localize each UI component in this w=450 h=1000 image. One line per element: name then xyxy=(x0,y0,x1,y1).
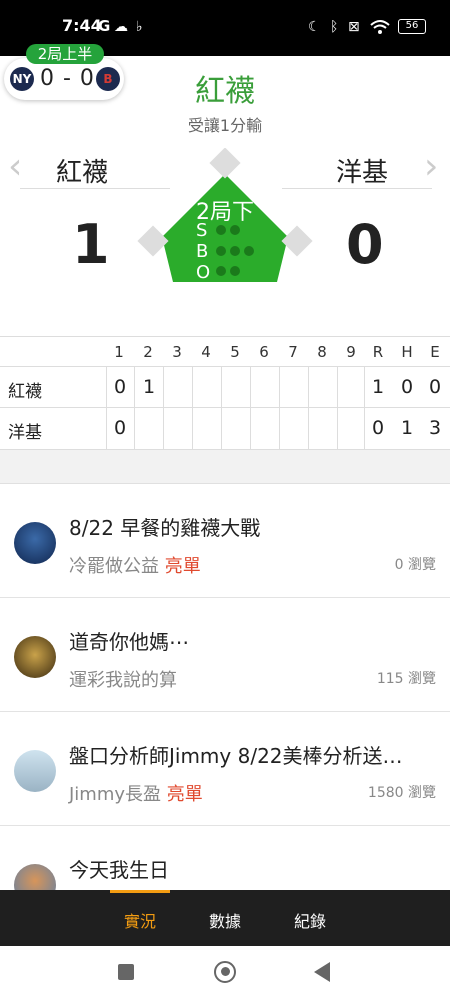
strike-dot xyxy=(216,225,226,235)
recent-apps-icon[interactable] xyxy=(118,964,134,980)
list-item[interactable]: 盤口分析師Jimmy 8/22美棒分析送… Jimmy長盈 亮單 1580 瀏覽 xyxy=(0,712,450,826)
runs-cell: 0 xyxy=(371,417,385,439)
post-title: 今天我生日 xyxy=(69,858,169,882)
avatar xyxy=(14,750,56,792)
grid-line xyxy=(134,367,135,449)
right-team-name: 洋基 xyxy=(336,158,389,188)
inning-header: 9 xyxy=(346,343,356,361)
out-label: O xyxy=(196,262,211,282)
hits-header: H xyxy=(401,343,413,361)
chevron-right-icon[interactable]: › xyxy=(424,146,438,187)
chevron-left-icon[interactable]: ‹ xyxy=(8,146,22,187)
inning-cell: 0 xyxy=(113,376,127,398)
strike-label: S xyxy=(196,220,208,241)
inning-tag: 2局上半 xyxy=(26,44,104,64)
inning-cell: 1 xyxy=(142,376,156,398)
inning-header: 8 xyxy=(317,343,327,361)
ball-dot xyxy=(230,246,240,256)
list-item[interactable]: 今天我生日 xyxy=(0,826,450,906)
ball-dot xyxy=(244,246,254,256)
avatar xyxy=(14,636,56,678)
inning-header: 7 xyxy=(288,343,298,361)
network-g-icon: G xyxy=(98,17,111,35)
team-name-cell: 洋基 xyxy=(8,423,42,443)
battery-icon: 56 xyxy=(398,19,426,34)
inning-header: 4 xyxy=(201,343,211,361)
inning-header: 5 xyxy=(230,343,240,361)
inning-header: 6 xyxy=(259,343,269,361)
grid-line xyxy=(106,367,107,449)
errors-header: E xyxy=(430,343,440,361)
bluetooth-icon: ᛒ xyxy=(330,19,339,35)
table-row: 紅襪 0 1 1 0 0 xyxy=(0,367,450,408)
out-dot xyxy=(216,266,226,276)
tab-records[interactable]: 紀錄 xyxy=(294,908,326,932)
inning-cell: 0 xyxy=(113,417,127,439)
post-author: 冷罷做公益 亮單 xyxy=(69,556,201,577)
avatar xyxy=(14,522,56,564)
grid-line xyxy=(250,367,251,449)
active-tab-indicator xyxy=(110,890,170,893)
runs-header: R xyxy=(372,343,384,361)
hits-cell: 1 xyxy=(400,417,414,439)
post-title: 道奇你他媽⋯ xyxy=(69,630,189,654)
ball-dot xyxy=(216,246,226,256)
tab-live[interactable]: 實況 xyxy=(124,908,156,932)
ball-label: B xyxy=(196,241,209,262)
box-score: 1 2 3 4 5 6 7 8 9 R H E 紅襪 0 1 1 0 0 洋基 … xyxy=(0,336,450,450)
grid-line xyxy=(163,367,164,449)
list-item[interactable]: 8/22 早餐的雞襪大戰 冷罷做公益 亮單 0 瀏覽 xyxy=(0,484,450,598)
left-team-name: 紅襪 xyxy=(56,158,109,188)
inning-header: 2 xyxy=(143,343,153,361)
post-views: 0 瀏覽 xyxy=(394,557,436,573)
post-title: 8/22 早餐的雞襪大戰 xyxy=(69,516,261,540)
grid-line xyxy=(279,367,280,449)
handicap-text: 受讓1分輸 xyxy=(187,116,263,135)
cloud-icon: ☁ xyxy=(114,19,128,35)
home-icon[interactable] xyxy=(214,961,236,983)
section-divider xyxy=(0,450,450,484)
list-item[interactable]: 道奇你他媽⋯ 運彩我說的算 115 瀏覽 xyxy=(0,598,450,712)
right-team-runs: 0 xyxy=(346,213,384,276)
post-views: 115 瀏覽 xyxy=(376,671,436,687)
grid-line xyxy=(364,367,365,449)
box-score-header: 1 2 3 4 5 6 7 8 9 R H E xyxy=(0,337,450,367)
left-team-runs: 1 xyxy=(72,213,110,276)
tab-stats[interactable]: 數據 xyxy=(209,908,241,932)
moon-icon: ☾ xyxy=(308,19,321,35)
status-time: 7:44 xyxy=(62,16,102,35)
no-sim-icon: ⊠ xyxy=(348,19,360,35)
hits-cell: 0 xyxy=(400,376,414,398)
system-nav-bar xyxy=(0,946,450,1000)
inning-header: 3 xyxy=(172,343,182,361)
grid-line xyxy=(221,367,222,449)
grid-line xyxy=(337,367,338,449)
wifi-icon xyxy=(370,20,390,34)
baseball-diamond: 2局下 S B O xyxy=(134,148,316,282)
errors-cell: 0 xyxy=(428,376,442,398)
grid-line xyxy=(308,367,309,449)
post-author: 運彩我說的算 xyxy=(69,670,177,691)
table-row: 洋基 0 0 1 3 xyxy=(0,408,450,449)
post-tag: 亮單 xyxy=(164,556,201,577)
post-title: 盤口分析師Jimmy 8/22美棒分析送… xyxy=(69,744,403,768)
team-name-cell: 紅襪 xyxy=(8,382,42,402)
strike-dot xyxy=(230,225,240,235)
post-views: 1580 瀏覽 xyxy=(367,785,436,801)
post-tag: 亮單 xyxy=(166,784,203,805)
bottom-tab-bar: 實況 數據 紀錄 xyxy=(0,890,450,946)
back-icon[interactable] xyxy=(314,962,330,982)
post-author: Jimmy長盈 亮單 xyxy=(69,784,203,805)
notification-icon: ♭ xyxy=(136,19,143,35)
leading-team: 紅襪 xyxy=(195,74,255,109)
grid-line xyxy=(192,367,193,449)
inning-header: 1 xyxy=(114,343,124,361)
errors-cell: 3 xyxy=(428,417,442,439)
out-dot xyxy=(230,266,240,276)
runs-cell: 1 xyxy=(371,376,385,398)
